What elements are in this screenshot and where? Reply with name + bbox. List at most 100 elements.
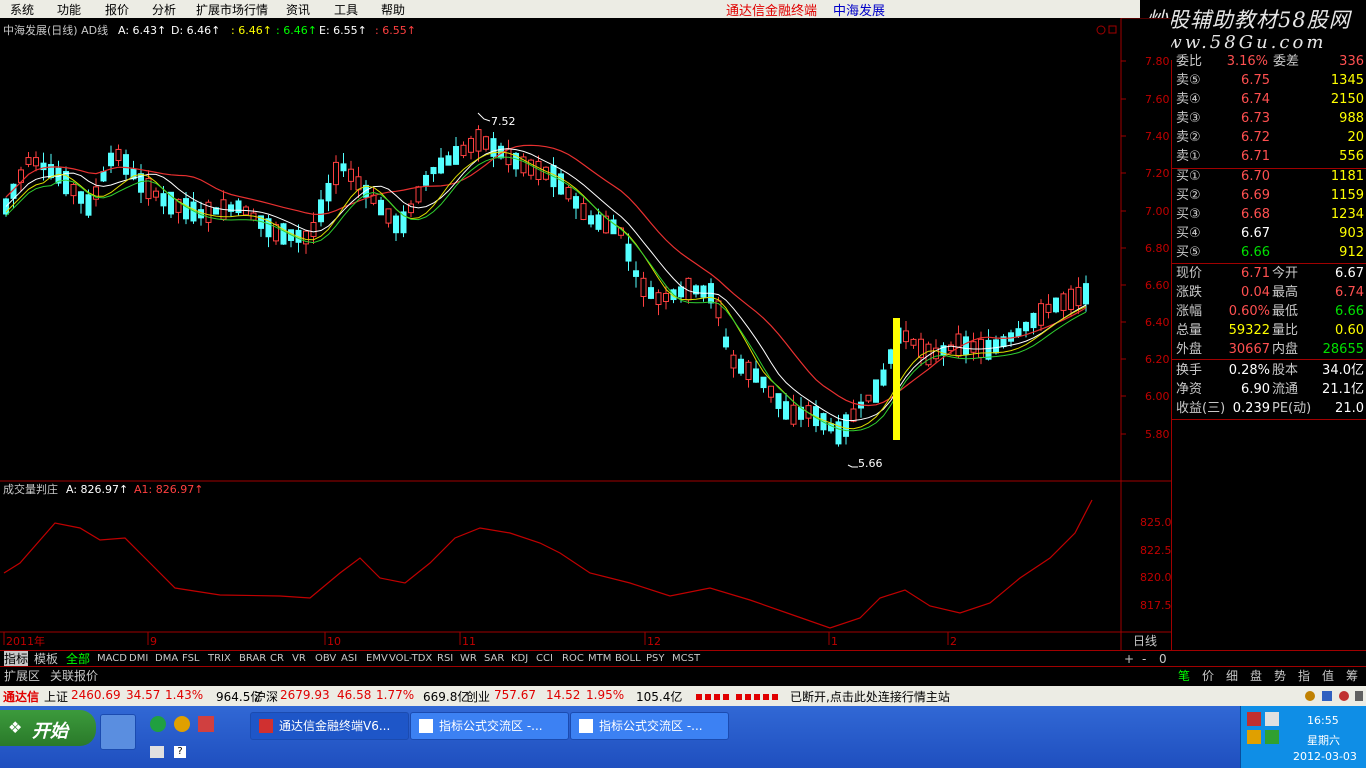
ask-label: 卖④ bbox=[1176, 92, 1201, 107]
bid-price: 6.67 bbox=[1241, 226, 1270, 241]
task-browser-2[interactable]: 指标公式交流区 -... bbox=[570, 712, 729, 740]
status-item: 1.95% bbox=[586, 688, 625, 702]
tab-obv[interactable]: OBV bbox=[315, 651, 336, 667]
right-tab-0[interactable]: 笔 bbox=[1178, 668, 1190, 684]
tab-macd[interactable]: MACD bbox=[97, 651, 127, 667]
menu-news[interactable]: 资讯 bbox=[286, 1, 310, 18]
tab-指标[interactable]: 指标 bbox=[4, 651, 29, 667]
stat-label: 现价 bbox=[1176, 266, 1203, 281]
tab-rsi[interactable]: RSI bbox=[437, 651, 453, 667]
tab-psy[interactable]: PSY bbox=[646, 651, 665, 667]
tab-fsl[interactable]: FSL bbox=[182, 651, 200, 667]
status-item[interactable]: 已断开,点击此处连接行情主站 bbox=[790, 688, 950, 705]
candle-body bbox=[1083, 283, 1089, 305]
signal-bar bbox=[893, 318, 900, 440]
tab-roc[interactable]: ROC bbox=[562, 651, 584, 667]
ask-row-2: 卖② 6.72 20 bbox=[1176, 128, 1366, 147]
volume-icon[interactable] bbox=[1247, 730, 1261, 744]
right-tab-6[interactable]: 值 bbox=[1322, 668, 1334, 684]
menu-quote[interactable]: 报价 bbox=[105, 1, 129, 18]
bid-label: 买④ bbox=[1176, 226, 1201, 241]
browser-icon bbox=[419, 719, 433, 733]
task-tdx[interactable]: 通达信金融终端V6... bbox=[250, 712, 409, 740]
stat-row: 现价 6.71 今开 6.67 bbox=[1176, 264, 1366, 283]
low-label: 5.66 bbox=[858, 457, 883, 470]
tab-全部[interactable]: 全部 bbox=[66, 651, 90, 667]
candle-body bbox=[280, 223, 287, 245]
start-button[interactable]: ❖ 开始 bbox=[0, 710, 96, 746]
reset-button[interactable]: 0 bbox=[1159, 651, 1167, 667]
candle-body bbox=[888, 349, 894, 364]
clock-time[interactable]: 16:55 bbox=[1307, 714, 1339, 727]
extension-area-tab[interactable]: 扩展区 bbox=[4, 668, 40, 684]
related-quote-tab[interactable]: 关联报价 bbox=[50, 668, 98, 684]
indicator-header-part: A: 826.97↑ bbox=[66, 483, 128, 496]
tab-cci[interactable]: CCI bbox=[536, 651, 553, 667]
tab-wr[interactable]: WR bbox=[460, 651, 477, 667]
menu-help[interactable]: 帮助 bbox=[381, 1, 405, 18]
tab-boll[interactable]: BOLL bbox=[615, 651, 641, 667]
ask-row-3: 卖③ 6.73 988 bbox=[1176, 109, 1366, 128]
ask-price: 6.74 bbox=[1241, 92, 1270, 107]
quicklaunch-icon-3[interactable] bbox=[198, 716, 214, 732]
tab-mcst[interactable]: MCST bbox=[672, 651, 700, 667]
keyboard-icon[interactable] bbox=[150, 746, 164, 758]
tab-brar[interactable]: BRAR bbox=[239, 651, 266, 667]
fundamental-value: 0.239 bbox=[1232, 401, 1270, 416]
candle-body bbox=[955, 333, 962, 357]
tab-emv[interactable]: EMV bbox=[366, 651, 388, 667]
tab-vr[interactable]: VR bbox=[292, 651, 306, 667]
bid-volume: 912 bbox=[1339, 245, 1364, 260]
right-tab-1[interactable]: 价 bbox=[1202, 668, 1214, 684]
right-tab-5[interactable]: 指 bbox=[1298, 668, 1310, 684]
tab-dma[interactable]: DMA bbox=[155, 651, 178, 667]
candle-body bbox=[633, 270, 639, 277]
kline-chart[interactable]: 中海发展(日线) AD线 A: 6.43↑ D: 6.46↑: 6.46↑: 6.4… bbox=[0, 18, 1171, 650]
candle-body bbox=[663, 292, 669, 302]
candle-body bbox=[1068, 288, 1074, 310]
menu-extended-market[interactable]: 扩展市场行情 bbox=[196, 1, 268, 18]
tab-cr[interactable]: CR bbox=[270, 651, 284, 667]
menu-system[interactable]: 系统 bbox=[10, 1, 34, 18]
candle-body bbox=[873, 379, 879, 403]
candle-body bbox=[753, 368, 759, 383]
zoom-out-button[interactable]: - bbox=[1142, 651, 1146, 667]
ask-price: 6.73 bbox=[1241, 111, 1270, 126]
time-tick: 12 bbox=[647, 635, 661, 648]
fundamental-row: 净资 6.90 流通 21.1亿 bbox=[1176, 380, 1366, 399]
quicklaunch-icon-2[interactable] bbox=[174, 716, 190, 732]
menu-function[interactable]: 功能 bbox=[57, 1, 81, 18]
show-desktop-icon[interactable] bbox=[100, 714, 136, 750]
status-item: 46.58 bbox=[337, 688, 372, 702]
tab-trix[interactable]: TRIX bbox=[208, 651, 231, 667]
candle-body bbox=[393, 215, 399, 234]
tab-kdj[interactable]: KDJ bbox=[511, 651, 528, 667]
status-tray-icons[interactable] bbox=[1304, 688, 1364, 707]
help-icon[interactable]: ? bbox=[174, 746, 186, 758]
tab-dmi[interactable]: DMI bbox=[129, 651, 148, 667]
right-tab-2[interactable]: 细 bbox=[1226, 668, 1238, 684]
task-browser-1[interactable]: 指标公式交流区 -... bbox=[410, 712, 569, 740]
tab-sar[interactable]: SAR bbox=[484, 651, 504, 667]
candle-body bbox=[438, 157, 444, 174]
right-tab-7[interactable]: 筹 bbox=[1346, 668, 1358, 684]
menu-tools[interactable]: 工具 bbox=[334, 1, 358, 18]
right-tab-4[interactable]: 势 bbox=[1274, 668, 1286, 684]
tray-icon-2[interactable] bbox=[1265, 712, 1279, 726]
network-icon[interactable] bbox=[1265, 730, 1279, 744]
right-tab-3[interactable]: 盘 bbox=[1250, 668, 1262, 684]
tab-vol-tdx[interactable]: VOL-TDX bbox=[389, 651, 432, 667]
time-tick: 2 bbox=[950, 635, 957, 648]
menu-analysis[interactable]: 分析 bbox=[152, 1, 176, 18]
stat-value: 28655 bbox=[1322, 342, 1364, 357]
zoom-in-button[interactable]: + bbox=[1124, 651, 1134, 667]
stat-row: 外盘 30667 内盘 28655 bbox=[1176, 340, 1366, 359]
bid-volume: 903 bbox=[1339, 226, 1364, 241]
tab-asi[interactable]: ASI bbox=[341, 651, 357, 667]
quicklaunch-icon-1[interactable] bbox=[150, 716, 166, 732]
tray-icon-1[interactable] bbox=[1247, 712, 1261, 726]
indicator-header-part: 成交量判庄 bbox=[3, 482, 58, 496]
tab-模板[interactable]: 模板 bbox=[34, 651, 58, 667]
status-item: 2460.69 bbox=[71, 688, 121, 702]
tab-mtm[interactable]: MTM bbox=[588, 651, 611, 667]
